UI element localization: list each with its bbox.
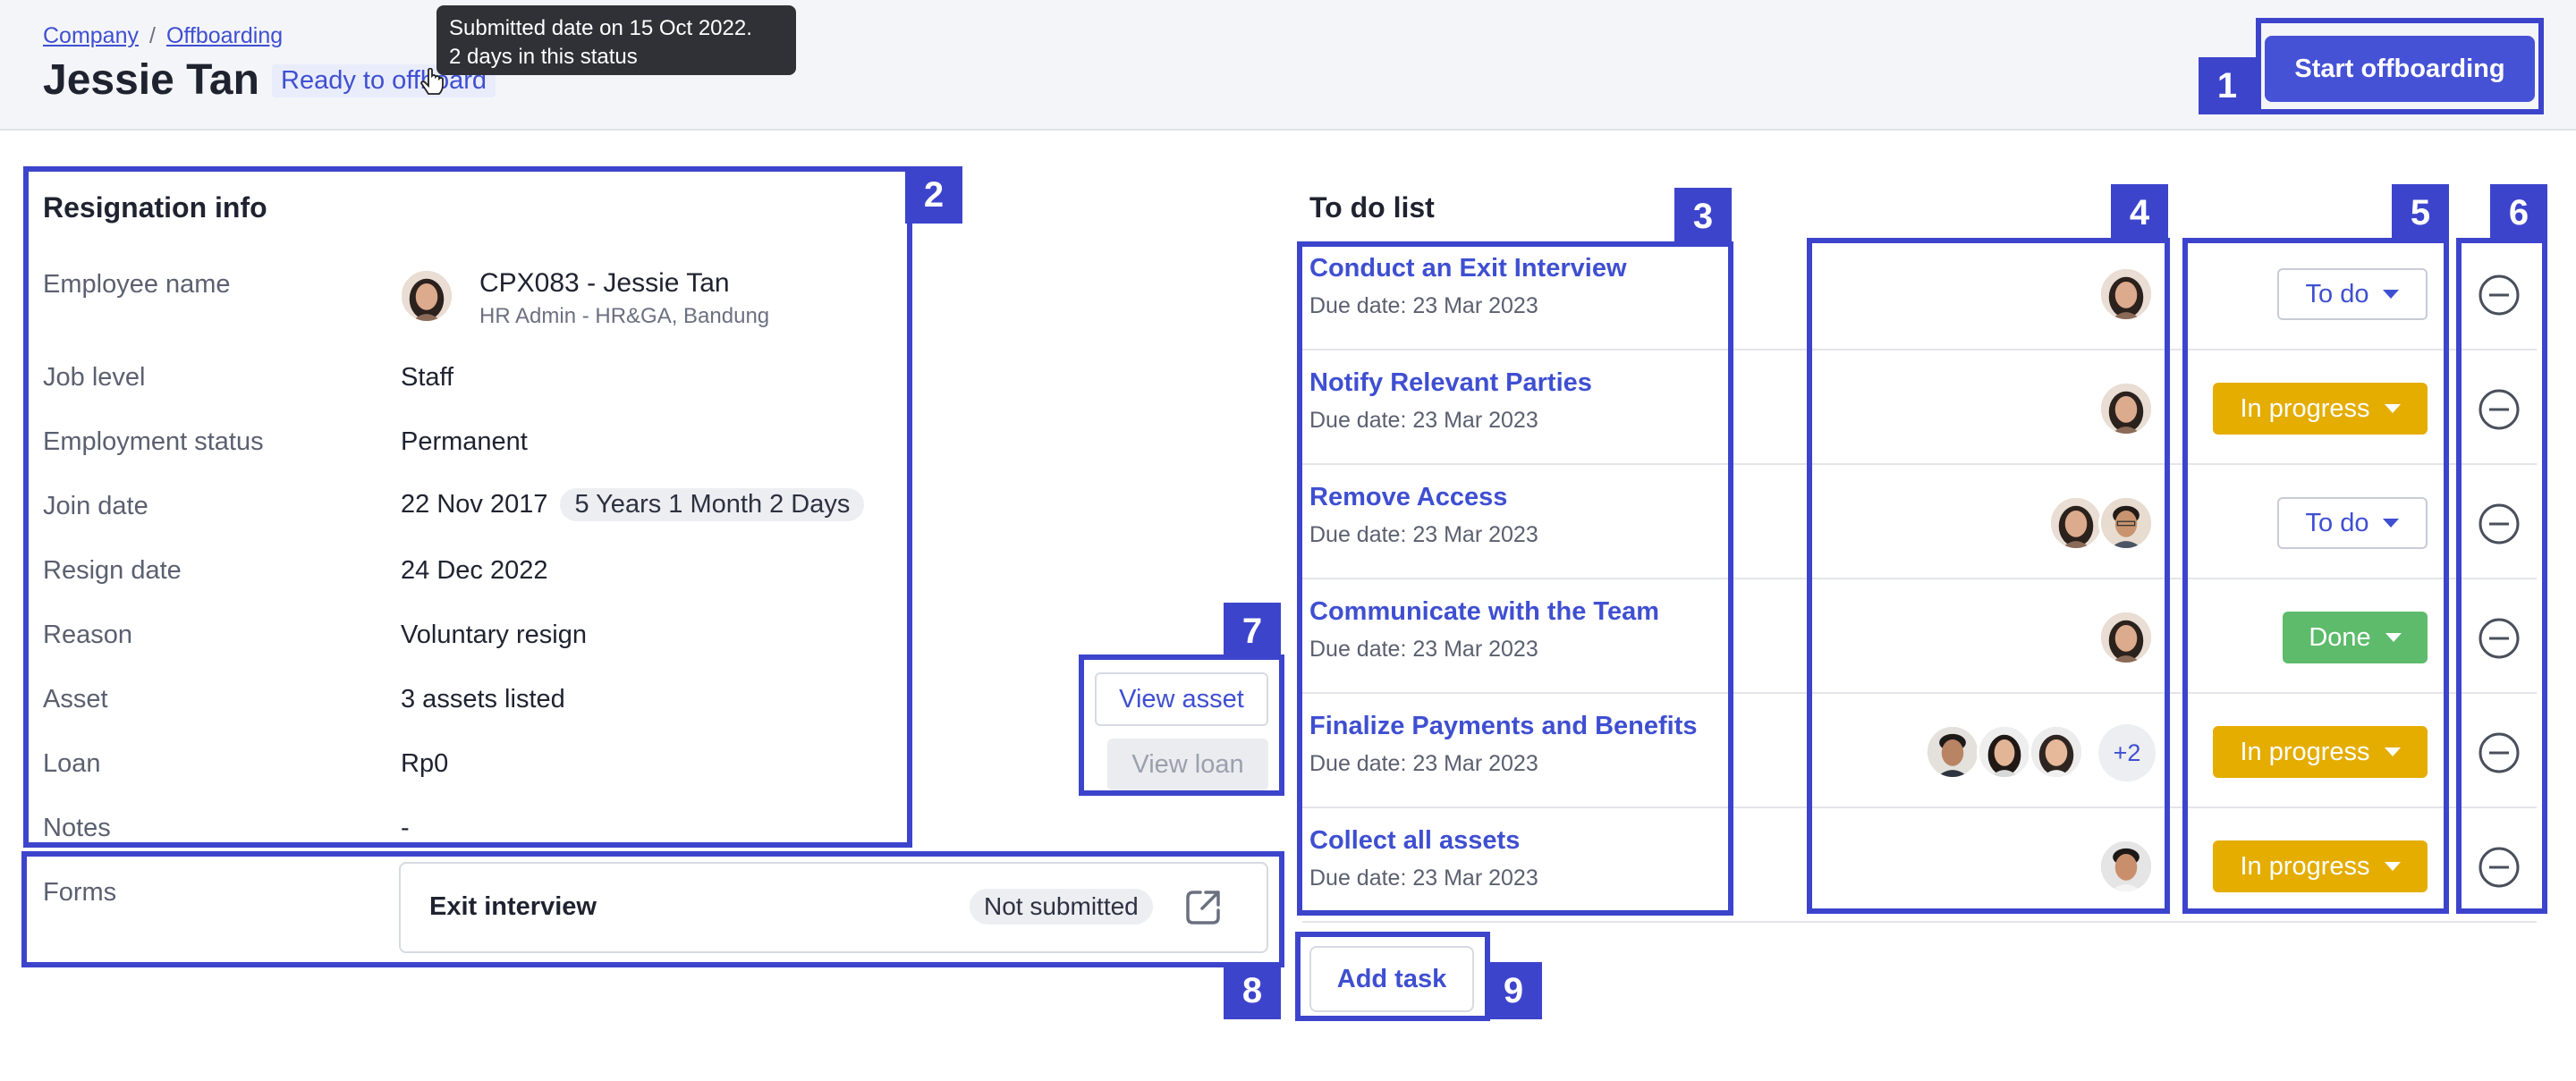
annotation-box-5 xyxy=(2182,238,2449,914)
status-tooltip: Submitted date on 15 Oct 2022. 2 days in… xyxy=(436,5,796,75)
annotation-box-1 xyxy=(2256,18,2544,114)
annotation-badge-7: 7 xyxy=(1224,603,1281,660)
annotation-box-3 xyxy=(1297,241,1733,916)
annotation-box-2 xyxy=(23,166,912,848)
annotation-badge-2: 2 xyxy=(905,166,962,224)
breadcrumb: Company / Offboarding xyxy=(43,23,283,49)
todo-list-title: To do list xyxy=(1309,191,1435,224)
page-header: Company / Offboarding Jessie Tan Ready t… xyxy=(0,0,2576,131)
breadcrumb-offboarding-link[interactable]: Offboarding xyxy=(166,23,283,49)
annotation-badge-5: 5 xyxy=(2392,184,2449,241)
breadcrumb-company-link[interactable]: Company xyxy=(43,23,139,49)
annotation-box-6 xyxy=(2456,238,2547,914)
breadcrumb-separator: / xyxy=(149,23,156,48)
annotation-badge-3: 3 xyxy=(1674,188,1732,245)
annotation-box-9 xyxy=(1295,932,1490,1021)
annotation-badge-8: 8 xyxy=(1224,962,1281,1019)
annotation-badge-6: 6 xyxy=(2490,184,2547,241)
page-title: Jessie Tan xyxy=(43,56,259,104)
annotation-badge-9: 9 xyxy=(1485,962,1542,1019)
tooltip-line-1: Submitted date on 15 Oct 2022. xyxy=(449,16,752,40)
annotation-box-7 xyxy=(1079,655,1284,796)
annotation-badge-1: 1 xyxy=(2199,57,2256,114)
annotation-box-4 xyxy=(1807,238,2170,914)
annotation-badge-4: 4 xyxy=(2111,184,2168,241)
tooltip-line-2: 2 days in this status xyxy=(449,45,638,69)
hand-cursor-icon xyxy=(420,68,444,95)
annotation-box-8 xyxy=(21,851,1284,967)
